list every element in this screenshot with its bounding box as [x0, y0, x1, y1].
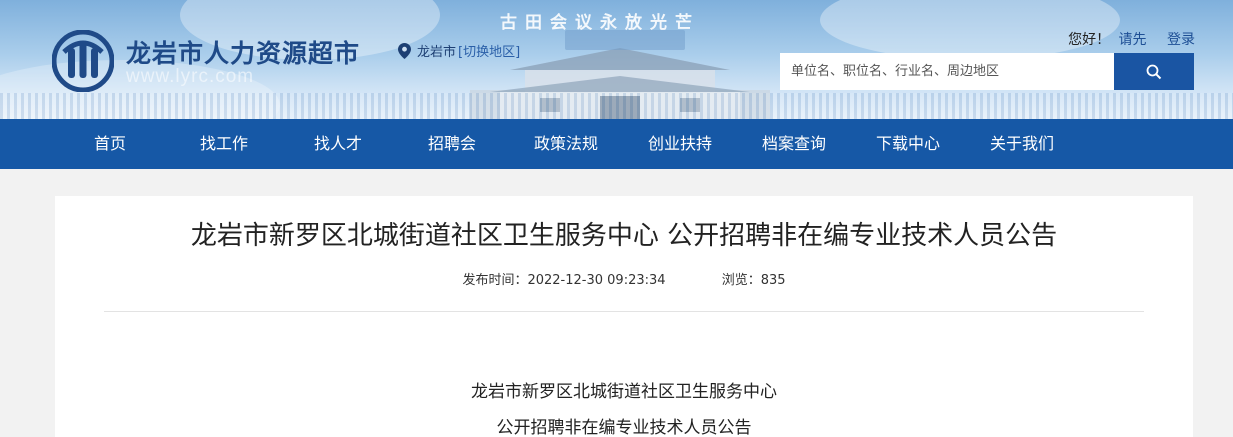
greeting-text: 您好！ — [1068, 32, 1111, 48]
article-title: 龙岩市新罗区北城街道社区卫生服务中心 公开招聘非在编专业技术人员公告 — [190, 221, 1058, 251]
login-link[interactable]: 登录 — [1167, 32, 1195, 48]
search-button[interactable] — [1114, 53, 1194, 90]
nav-item-downloads[interactable]: 下载中心 — [876, 119, 940, 169]
banner-slogan: 古田会议永放光芒 — [500, 13, 700, 33]
user-bar: 您好！ 请先 登录 — [1068, 29, 1195, 49]
banner-wave-pattern — [0, 93, 1233, 119]
location-selector: 龙岩市 [切换地区] — [398, 41, 520, 60]
article-meta: 发布时间：2022-12-30 09:23:34 浏览：835 — [55, 269, 1193, 288]
nav-item-home[interactable]: 首页 — [94, 119, 126, 169]
nav-item-startup[interactable]: 创业扶持 — [648, 119, 712, 169]
views-count: 835 — [760, 273, 786, 288]
article-card: 龙岩市新罗区北城街道社区卫生服务中心 公开招聘非在编专业技术人员公告 发布时间：… — [55, 196, 1193, 437]
nav-item-policy[interactable]: 政策法规 — [534, 119, 598, 169]
site-url: www.lyrc.com — [126, 66, 255, 87]
search-icon — [1146, 64, 1162, 79]
body-paragraph: 龙岩市新罗区北城街道社区卫生服务中心 — [471, 382, 777, 402]
nav-item-find-job[interactable]: 找工作 — [200, 119, 248, 169]
site-title[interactable]: 龙岩市人力资源超市 — [126, 34, 360, 70]
published-label: 发布时间： — [462, 273, 528, 288]
published-time: 2022-12-30 09:23:34 — [527, 273, 666, 288]
nav-item-archive[interactable]: 档案查询 — [762, 119, 826, 169]
body-paragraph: 公开招聘非在编专业技术人员公告 — [496, 418, 752, 437]
nav-item-find-talent[interactable]: 找人才 — [314, 119, 362, 169]
login-prompt: 请先 — [1118, 32, 1147, 48]
location-pin-icon — [398, 42, 411, 59]
nav-item-about[interactable]: 关于我们 — [990, 119, 1054, 169]
switch-region-link[interactable]: [切换地区] — [458, 41, 520, 60]
location-city: 龙岩市 — [417, 45, 457, 60]
main-nav: 首页 找工作 找人才 招聘会 政策法规 创业扶持 档案查询 下载中心 关于我们 — [0, 119, 1233, 169]
divider — [104, 311, 1144, 312]
views-label: 浏览： — [721, 273, 761, 288]
logo-icon — [52, 30, 114, 92]
header-banner: 古田会议永放光芒 龙岩市人力资源超市 www.lyrc.com 龙岩市 [切换地… — [0, 0, 1233, 119]
search-input[interactable] — [780, 53, 1114, 90]
nav-item-job-fair[interactable]: 招聘会 — [428, 119, 476, 169]
